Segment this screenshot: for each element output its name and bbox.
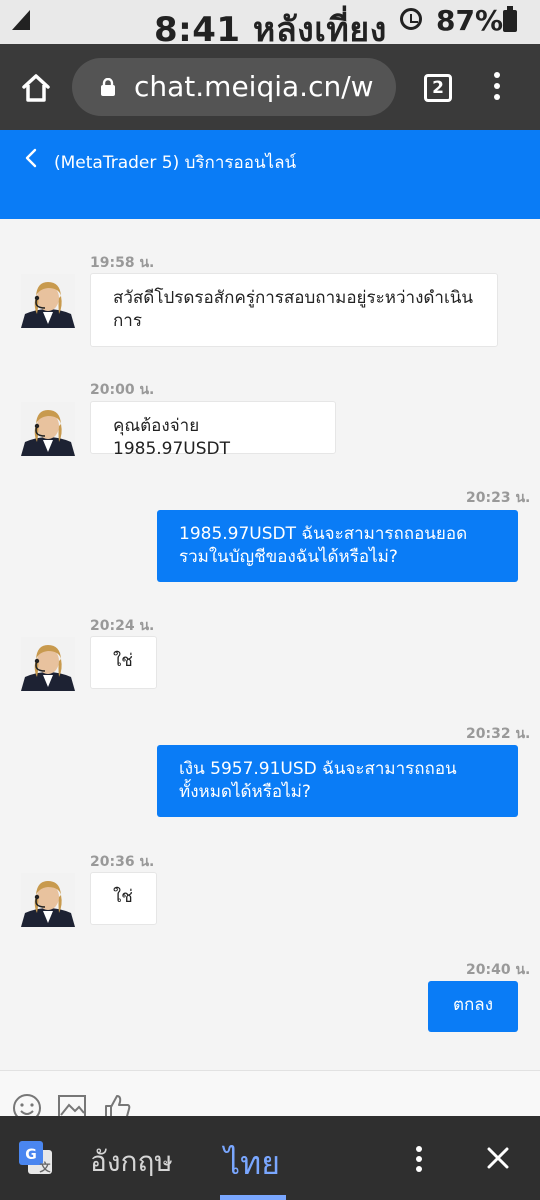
tab-switcher-button[interactable]: 2	[424, 74, 452, 102]
back-arrow-icon[interactable]	[22, 148, 40, 168]
message-time: 20:00 น.	[90, 382, 155, 398]
agent-avatar	[21, 402, 75, 456]
svg-text:文: 文	[40, 1160, 52, 1174]
agent-avatar	[21, 873, 75, 927]
message-time: 20:23 น.	[466, 490, 531, 506]
agent-avatar	[21, 637, 75, 691]
message-time: 20:24 น.	[90, 618, 155, 634]
browser-toolbar: chat.meiqia.cn/w 2	[0, 44, 540, 130]
message-time: 20:40 น.	[466, 962, 531, 978]
translate-bar: G 文 อังกฤษ ไทย	[0, 1116, 540, 1200]
selected-tab-indicator	[220, 1195, 286, 1200]
browser-menu-icon[interactable]	[494, 72, 500, 104]
chat-title: (MetaTrader 5) บริการออนไลน์	[54, 153, 297, 173]
status-bar: 8:41 หลังเที่ยง 87%	[0, 0, 540, 50]
google-translate-icon: G 文	[19, 1141, 52, 1174]
message-bubble-incoming: ใช่	[90, 872, 157, 925]
target-language-tab[interactable]: ไทย	[224, 1138, 280, 1189]
source-language-tab[interactable]: อังกฤษ	[90, 1140, 173, 1184]
message-list: 19:58 น. สวัสดีโปรดรอสักครู่การสอบถามอยู…	[0, 219, 540, 1070]
url-text: chat.meiqia.cn/w	[134, 70, 374, 103]
lock-icon	[101, 78, 115, 96]
svg-text:G: G	[25, 1147, 37, 1163]
message-bubble-outgoing: 1985.97USDT ฉันจะสามารถถอนยอดรวมในบัญชีข…	[157, 510, 518, 582]
battery-icon	[503, 6, 517, 32]
message-time: 20:32 น.	[466, 726, 531, 742]
translate-menu-icon[interactable]	[416, 1146, 422, 1176]
agent-avatar	[21, 274, 75, 328]
signal-icon	[12, 10, 30, 30]
close-icon[interactable]	[486, 1146, 510, 1170]
address-bar[interactable]: chat.meiqia.cn/w	[72, 58, 396, 116]
message-bubble-incoming: คุณต้องจ่าย 1985.97USDT	[90, 401, 336, 459]
battery-percent: 87%	[436, 4, 504, 37]
message-bubble-incoming: ใช่	[90, 636, 157, 689]
home-icon[interactable]	[20, 72, 52, 104]
message-composer	[0, 1070, 540, 1122]
alarm-icon	[400, 8, 422, 30]
message-bubble-incoming: สวัสดีโปรดรอสักครู่การสอบถามอยู่ระหว่างด…	[90, 273, 498, 347]
chat-header: (MetaTrader 5) บริการออนไลน์	[0, 130, 540, 219]
message-time: 20:36 น.	[90, 854, 155, 870]
message-bubble-outgoing: เงิน 5957.91USD ฉันจะสามารถถอนทั้งหมดได้…	[157, 745, 518, 817]
message-bubble-outgoing: ตกลง	[428, 981, 518, 1032]
message-time: 19:58 น.	[90, 255, 155, 271]
